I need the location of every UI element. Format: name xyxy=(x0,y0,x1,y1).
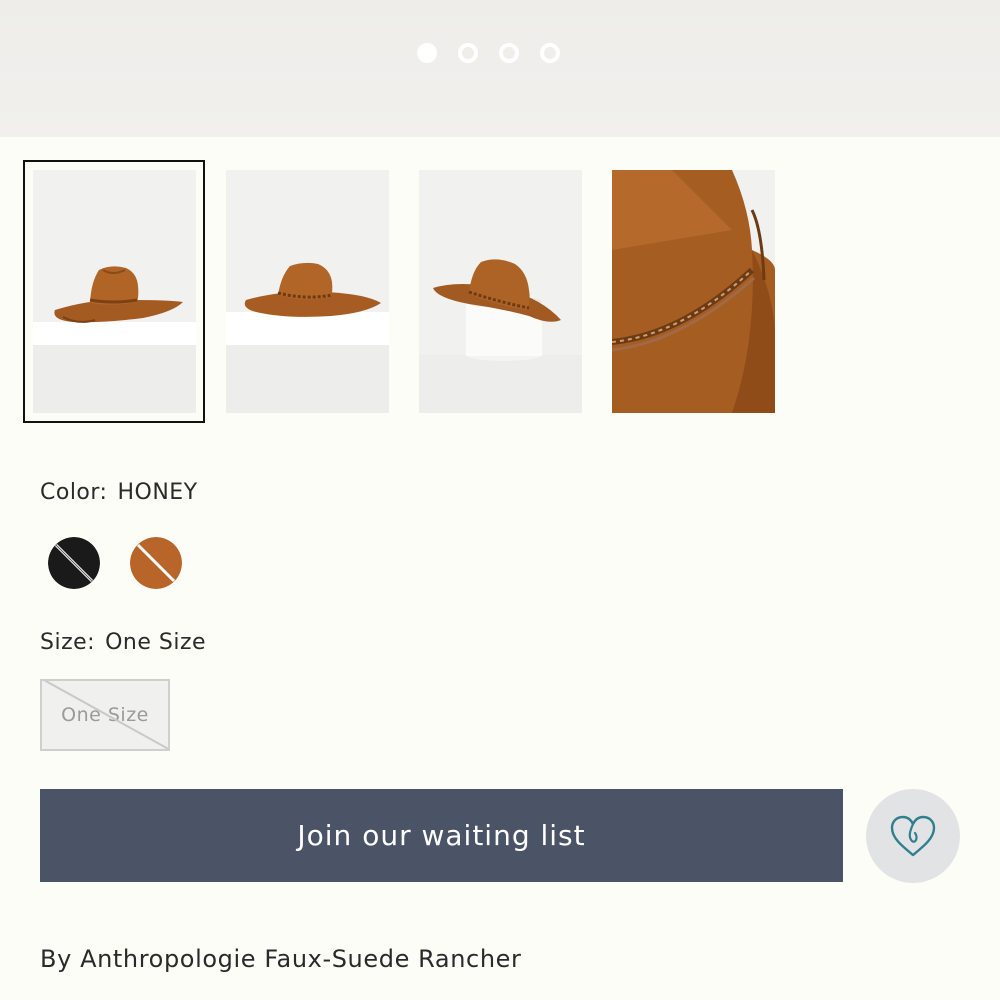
color-swatch-black[interactable] xyxy=(48,537,100,589)
color-label: Color: xyxy=(40,480,108,505)
hat-closeup-image xyxy=(612,170,775,413)
carousel-dot-3[interactable] xyxy=(499,43,519,63)
thumbnail-4[interactable] xyxy=(612,170,775,413)
size-option-one-size[interactable]: One Size xyxy=(40,679,170,751)
product-title: By Anthropologie Faux-Suede Rancher xyxy=(40,945,522,973)
thumbnail-strip xyxy=(23,160,783,424)
size-option-label: One Size xyxy=(61,704,149,726)
size-value: One Size xyxy=(105,630,207,655)
thumbnail-1[interactable] xyxy=(33,170,196,413)
thumbnail-2[interactable] xyxy=(226,170,389,413)
hat-side-view-image xyxy=(226,170,389,413)
carousel-dots xyxy=(417,43,560,63)
color-label-row: Color: HONEY xyxy=(40,480,198,505)
carousel-dot-1[interactable] xyxy=(417,43,437,63)
color-value: HONEY xyxy=(117,480,198,505)
size-label: Size: xyxy=(40,630,96,655)
hat-on-stand-image xyxy=(419,170,582,413)
carousel-dot-4[interactable] xyxy=(540,43,560,63)
join-waiting-list-button[interactable]: Join our waiting list xyxy=(40,789,843,882)
hat-side-view-image xyxy=(33,170,196,413)
heart-icon xyxy=(890,815,936,857)
thumbnail-3[interactable] xyxy=(419,170,582,413)
wishlist-button[interactable] xyxy=(866,789,960,883)
product-hero-image[interactable] xyxy=(0,0,1000,137)
color-swatch-honey[interactable] xyxy=(130,537,182,589)
size-label-row: Size: One Size xyxy=(40,630,206,655)
carousel-dot-2[interactable] xyxy=(458,43,478,63)
